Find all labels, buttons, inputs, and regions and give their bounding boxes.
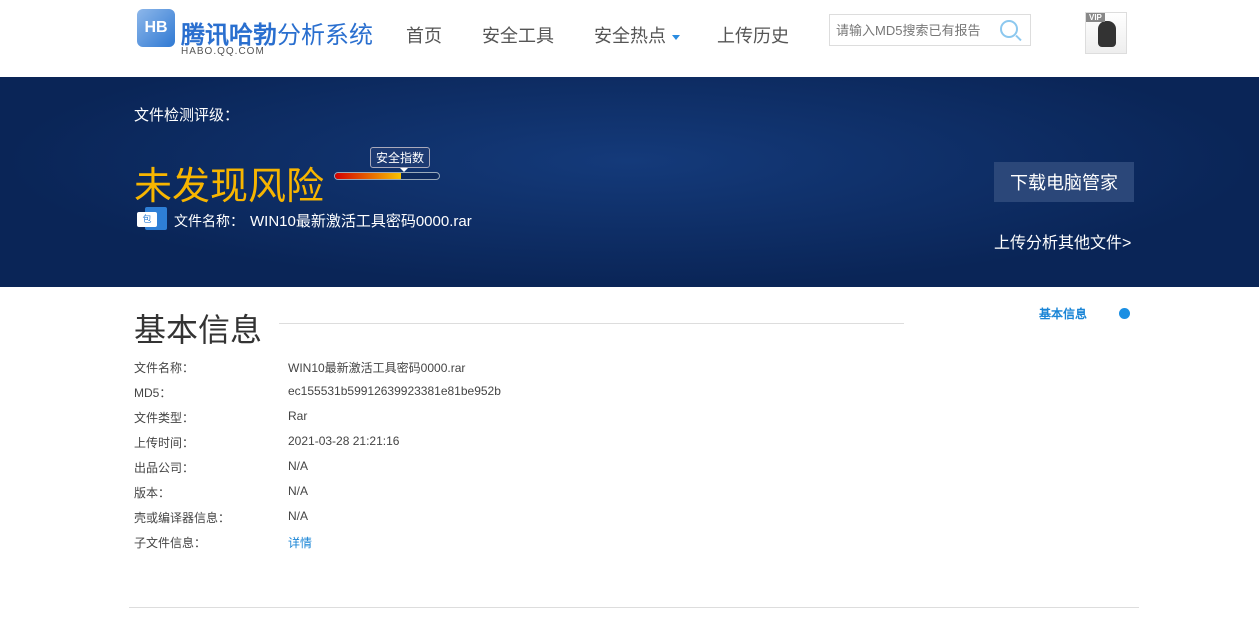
safety-index-tooltip: 安全指数 bbox=[370, 147, 431, 172]
search-input[interactable] bbox=[830, 15, 990, 45]
avatar[interactable]: VIP bbox=[1085, 12, 1127, 54]
logo[interactable]: HB 腾讯哈勃分析系统 HABO.QQ.COM bbox=[137, 9, 377, 61]
result-banner: 文件检测评级： 未发现风险 安全指数 包 文件名称： WIN10最新激活工具密码0… bbox=[0, 77, 1259, 287]
subfile-details-link[interactable]: 详情 bbox=[288, 534, 312, 551]
logo-subtitle: HABO.QQ.COM bbox=[181, 46, 265, 57]
top-header: HB 腾讯哈勃分析系统 HABO.QQ.COM 首页 安全工具 安全热点 上传历… bbox=[0, 0, 1259, 77]
divider bbox=[279, 323, 904, 324]
avatar-image bbox=[1098, 21, 1116, 47]
upload-other-files-link[interactable]: 上传分析其他文件> bbox=[994, 229, 1131, 253]
nav-home[interactable]: 首页 bbox=[406, 22, 442, 48]
file-name: 文件名称： WIN10最新激活工具密码0000.rar bbox=[174, 213, 472, 230]
nav-upload-history[interactable]: 上传历史 bbox=[717, 22, 789, 48]
active-dot-icon bbox=[1119, 308, 1130, 319]
caret-down-icon bbox=[672, 34, 680, 40]
logo-icon: HB bbox=[137, 9, 175, 47]
nav-security-tools[interactable]: 安全工具 bbox=[482, 22, 554, 48]
footer-divider bbox=[129, 607, 1139, 608]
rating-label: 文件检测评级： bbox=[134, 107, 240, 124]
download-pc-manager-button[interactable]: 下载电脑管家 bbox=[994, 162, 1134, 202]
risk-result: 未发现风险 bbox=[134, 166, 325, 208]
section-title: 基本信息 bbox=[134, 312, 263, 348]
side-nav-basic-info[interactable]: 基本信息 bbox=[1039, 305, 1087, 322]
safety-index-bar bbox=[334, 172, 440, 180]
search-icon[interactable] bbox=[1000, 20, 1018, 38]
logo-title: 腾讯哈勃分析系统 bbox=[181, 22, 373, 49]
archive-file-icon: 包 bbox=[137, 207, 167, 230]
nav-security-hotspots[interactable]: 安全热点 bbox=[594, 22, 680, 48]
safety-index-fill bbox=[335, 173, 401, 179]
search-box bbox=[829, 14, 1031, 46]
vip-badge: VIP bbox=[1086, 13, 1105, 22]
